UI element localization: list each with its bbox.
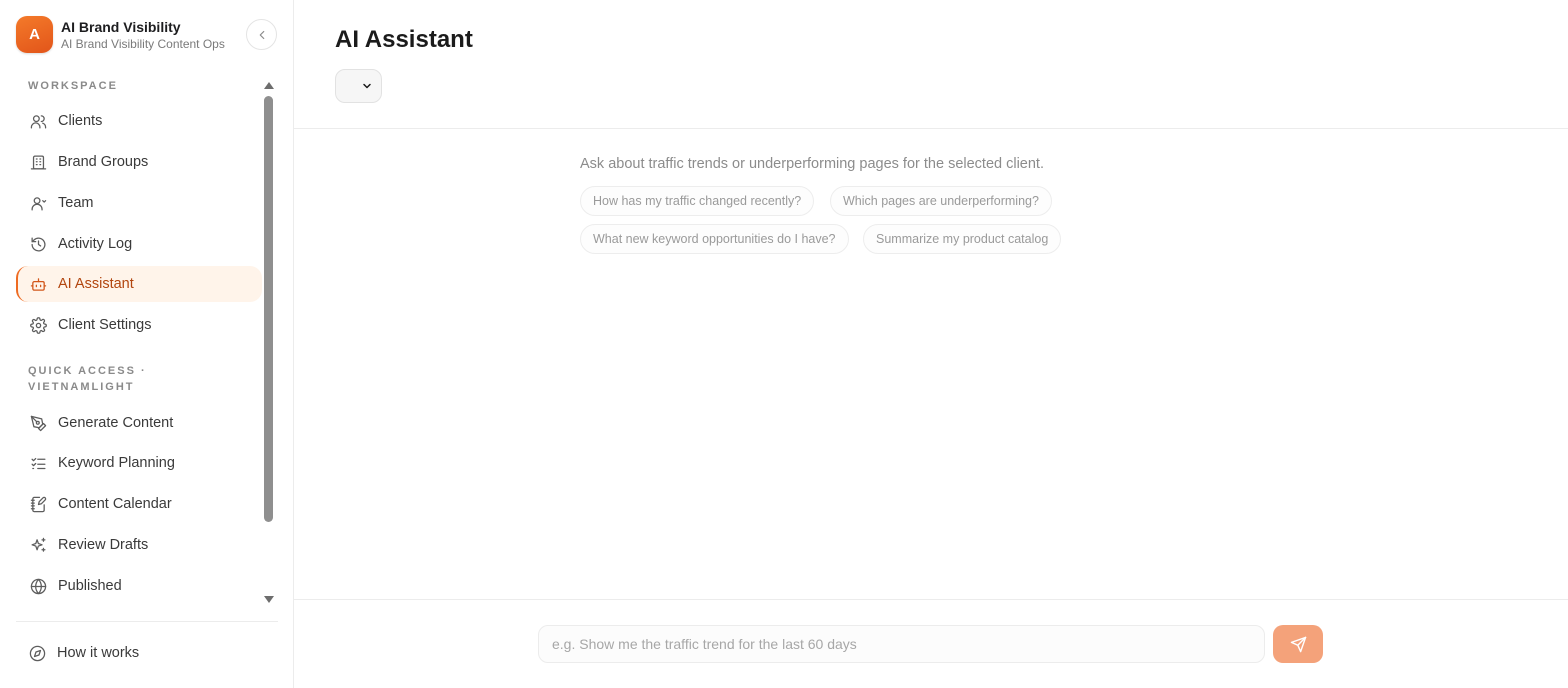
history-icon (29, 235, 47, 253)
sparkles-icon (29, 536, 47, 554)
sidebar-divider (16, 621, 278, 622)
sidebar-item-label: Keyword Planning (58, 455, 175, 471)
chevron-left-icon (259, 30, 264, 39)
sidebar-item-content-calendar[interactable]: Content Calendar (16, 486, 262, 522)
brand-header[interactable]: A AI Brand Visibility AI Brand Visibilit… (16, 16, 225, 53)
suggestion-chip[interactable]: Summarize my product catalog (863, 224, 1062, 254)
section-label-workspace: WORKSPACE (28, 80, 118, 92)
compass-icon (28, 644, 46, 662)
scroll-down-arrow-icon[interactable] (264, 596, 274, 603)
empty-state-prompt: Ask about traffic trends or underperform… (580, 156, 1044, 172)
main-content: AI Assistant Ask about traffic trends or… (294, 0, 1568, 688)
send-button[interactable] (1273, 625, 1323, 663)
suggestion-chip[interactable]: Which pages are underperforming? (830, 186, 1052, 216)
sidebar-item-label: Team (58, 195, 94, 211)
sidebar-item-client-settings[interactable]: Client Settings (16, 307, 262, 343)
sidebar: A AI Brand Visibility AI Brand Visibilit… (0, 0, 294, 688)
sidebar-item-label: Activity Log (58, 236, 133, 252)
chat-input[interactable] (538, 625, 1265, 663)
composer-divider (294, 599, 1568, 600)
brand-name: AI Brand Visibility (61, 18, 181, 35)
sidebar-item-label: Generate Content (58, 415, 174, 431)
client-select[interactable] (335, 69, 382, 103)
list-checks-icon (29, 454, 47, 472)
gear-icon (29, 316, 47, 334)
building-icon (29, 153, 47, 171)
sidebar-item-published[interactable]: Published (16, 568, 262, 604)
sidebar-item-generate-content[interactable]: Generate Content (16, 405, 262, 441)
sidebar-item-activity-log[interactable]: Activity Log (16, 226, 262, 262)
pen-tool-icon (29, 414, 47, 432)
how-it-works-link[interactable]: How it works (16, 635, 262, 671)
globe-icon (29, 577, 47, 595)
brand-logo: A (16, 16, 53, 53)
section-label-client-name: VIETNAMLIGHT (28, 381, 135, 393)
sidebar-item-keyword-planning[interactable]: Keyword Planning (16, 445, 262, 481)
send-icon (1290, 636, 1306, 652)
brand-subtitle: AI Brand Visibility Content Ops (61, 36, 225, 51)
sidebar-item-label: Review Drafts (58, 537, 149, 553)
suggestion-chip[interactable]: How has my traffic changed recently? (580, 186, 815, 216)
users-icon (29, 112, 47, 130)
scroll-up-arrow-icon[interactable] (264, 82, 274, 89)
sidebar-item-ai-assistant[interactable]: AI Assistant (16, 266, 262, 302)
sidebar-nav: WORKSPACE Clients Brand Groups Team Acti… (0, 70, 280, 606)
header-divider (294, 128, 1568, 129)
notebook-pen-icon (29, 495, 47, 513)
sidebar-item-team[interactable]: Team (16, 185, 262, 221)
chevron-down-icon (363, 83, 371, 89)
page-title: AI Assistant (335, 26, 473, 53)
sidebar-item-label: Published (58, 578, 122, 594)
suggestion-chip[interactable]: What new keyword opportunities do I have… (580, 224, 849, 254)
user-icon (29, 194, 47, 212)
collapse-sidebar-button[interactable] (246, 19, 277, 50)
section-label-quick-access: QUICK ACCESS · (28, 365, 147, 377)
scrollbar-thumb[interactable] (264, 96, 273, 522)
sidebar-item-label: Client Settings (58, 317, 152, 333)
sidebar-scrollbar[interactable] (262, 80, 276, 605)
sidebar-item-review-drafts[interactable]: Review Drafts (16, 527, 262, 563)
sidebar-item-brand-groups[interactable]: Brand Groups (16, 144, 262, 180)
bot-icon (29, 275, 47, 293)
sidebar-item-label: Brand Groups (58, 154, 149, 170)
sidebar-item-label: Clients (58, 113, 103, 129)
sidebar-item-label: Content Calendar (58, 496, 172, 512)
sidebar-item-label: AI Assistant (58, 276, 134, 292)
sidebar-item-clients[interactable]: Clients (16, 103, 262, 139)
how-it-works-label: How it works (57, 645, 140, 661)
